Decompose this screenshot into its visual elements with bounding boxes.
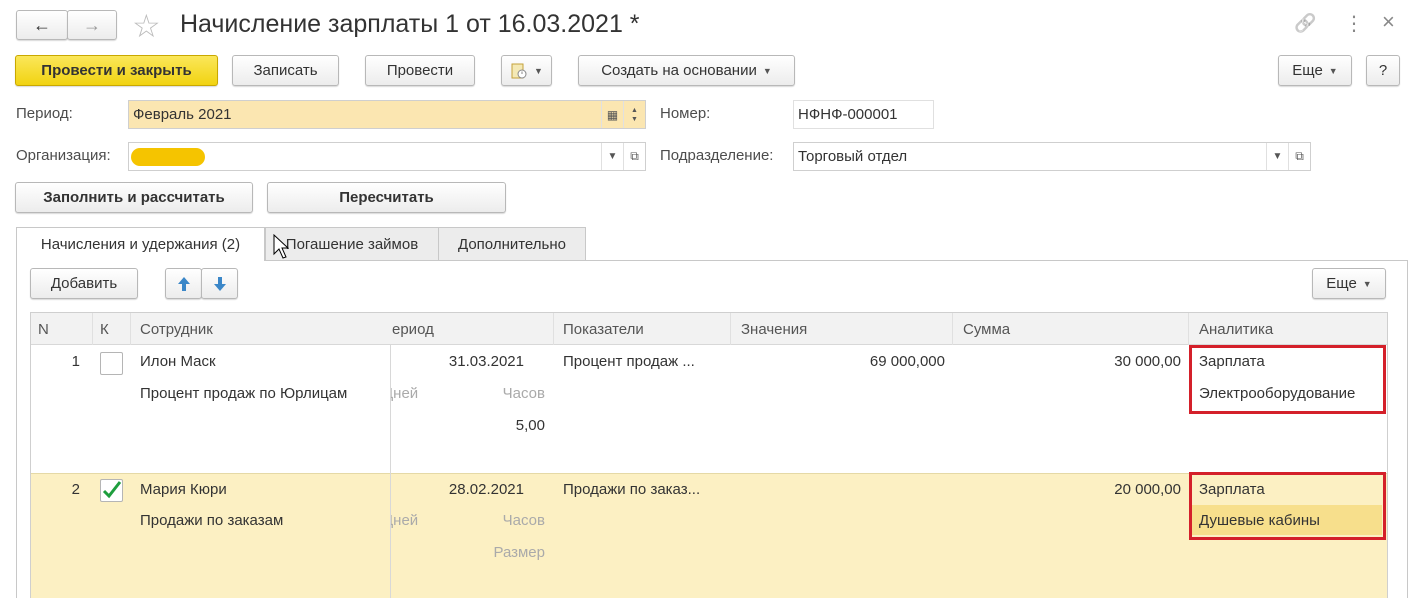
open-icon[interactable]: ⧉ [1288, 143, 1310, 170]
checkmark-icon [102, 481, 122, 499]
row-2-hours: Часов [502, 512, 545, 529]
mouse-cursor-icon [273, 234, 289, 259]
row-1-period[interactable]: 31.03.2021 [400, 353, 524, 370]
department-label: Подразделение: [660, 147, 774, 164]
row-2-extra: Размер [493, 544, 545, 561]
row-1-days-clip: Дней [391, 385, 431, 405]
row-2-accrual-type[interactable]: Продажи по заказам [140, 512, 283, 529]
arrow-down-icon [213, 276, 226, 291]
move-up-button[interactable] [165, 268, 202, 299]
step-down-icon[interactable]: ▼ [631, 115, 638, 124]
column-header-k[interactable]: К [100, 313, 109, 345]
period-field[interactable]: Февраль 2021 ▦ ▲ ▼ [128, 100, 646, 129]
row-1-sum[interactable]: 30 000,00 [1000, 353, 1181, 370]
back-button[interactable]: ← [16, 10, 68, 40]
column-divider [730, 313, 731, 345]
step-up-icon[interactable]: ▲ [631, 106, 638, 115]
column-header-values[interactable]: Значения [741, 313, 807, 345]
tab-loan-repayment[interactable]: Погашение займов [265, 227, 439, 260]
row-2-period[interactable]: 28.02.2021 [400, 481, 524, 498]
more-menu-icon[interactable]: ⋮ [1344, 11, 1364, 36]
row-2-sum[interactable]: 20 000,00 [1000, 481, 1181, 498]
column-header-indicators[interactable]: Показатели [563, 313, 644, 345]
dropdown-icon[interactable]: ▼ [601, 143, 623, 170]
document-title: Начисление зарплаты 1 от 16.03.2021 * [180, 10, 640, 38]
forward-button[interactable]: → [67, 10, 117, 40]
calendar-icon[interactable]: ▦ [601, 101, 623, 128]
column-divider [553, 313, 554, 345]
add-row-button[interactable]: Добавить [30, 268, 138, 299]
organization-field[interactable]: ▼ ⧉ [128, 142, 646, 171]
report-dropdown-button[interactable]: ▼ [501, 55, 552, 86]
column-divider [130, 313, 131, 345]
tab-accruals[interactable]: Начисления и удержания (2) [16, 227, 265, 261]
move-down-button[interactable] [201, 268, 238, 299]
save-button[interactable]: Записать [232, 55, 339, 86]
row-1-value[interactable]: 69 000,000 [760, 353, 945, 370]
column-divider [92, 313, 93, 345]
chevron-down-icon: ▼ [534, 65, 543, 76]
post-button[interactable]: Провести [365, 55, 475, 86]
organization-redacted [131, 148, 205, 166]
number-label: Номер: [660, 105, 711, 122]
recalculate-button[interactable]: Пересчитать [267, 182, 506, 213]
column-divider [390, 345, 391, 598]
number-field[interactable]: НФНФ-000001 [793, 100, 934, 129]
more-label: Еще [1292, 62, 1323, 79]
row-2-analytics-highlight [1189, 472, 1386, 540]
column-divider [952, 313, 953, 345]
row-2-indicator[interactable]: Продажи по заказ... [563, 481, 700, 498]
row-1-extra[interactable]: 5,00 [460, 417, 545, 434]
chevron-down-icon: ▼ [1362, 278, 1372, 289]
post-and-close-button[interactable]: Провести и закрыть [15, 55, 218, 86]
column-divider [1188, 313, 1189, 345]
chevron-down-icon: ▼ [762, 65, 772, 76]
organization-label: Организация: [16, 147, 111, 164]
row-1-indicator[interactable]: Процент продаж ... [563, 353, 695, 370]
create-based-on-button[interactable]: Создать на основании ▼ [578, 55, 795, 86]
row-1-analytics-highlight [1189, 345, 1386, 414]
fill-and-calculate-button[interactable]: Заполнить и рассчитать [15, 182, 253, 213]
row-1-days: Дней [391, 385, 419, 402]
period-stepper[interactable]: ▲ ▼ [623, 101, 645, 128]
number-value: НФНФ-000001 [798, 106, 898, 123]
more-button[interactable]: Еще ▼ [1278, 55, 1352, 86]
period-value: Февраль 2021 [133, 106, 232, 123]
column-header-analytics[interactable]: Аналитика [1199, 313, 1273, 345]
row-2-highlight [31, 473, 1387, 598]
row-2-days-clip: Дней [391, 512, 431, 532]
create-based-on-label: Создать на основании [601, 62, 757, 79]
favorite-star-icon[interactable]: ☆ [132, 6, 161, 46]
document-report-icon [511, 63, 527, 78]
close-icon[interactable]: × [1382, 9, 1395, 35]
column-header-n[interactable]: N [38, 313, 49, 345]
row-1-accrual-type[interactable]: Процент продаж по Юрлицам [140, 385, 347, 402]
arrow-up-icon [177, 276, 190, 291]
row-1-hours: Часов [502, 385, 545, 402]
row-2-number: 2 [71, 481, 80, 498]
dropdown-icon[interactable]: ▼ [1266, 143, 1288, 170]
row-2-days: Дней [391, 512, 419, 529]
help-button[interactable]: ? [1366, 55, 1400, 86]
department-field[interactable]: Торговый отдел ▼ ⧉ [793, 142, 1311, 171]
link-icon[interactable]: 🔗 [1294, 13, 1316, 34]
row-2-checkbox[interactable] [100, 479, 123, 502]
column-header-period[interactable]: ериод [392, 313, 434, 345]
column-header-sum[interactable]: Сумма [963, 313, 1010, 345]
department-value: Торговый отдел [798, 148, 908, 165]
chevron-down-icon: ▼ [1328, 65, 1338, 76]
period-label: Период: [16, 105, 73, 122]
row-1-checkbox[interactable] [100, 352, 123, 375]
table-more-label: Еще [1326, 275, 1357, 292]
row-1-number: 1 [71, 353, 80, 370]
row-2-employee[interactable]: Мария Кюри [140, 481, 227, 498]
column-header-employee[interactable]: Сотрудник [140, 313, 213, 345]
tab-additional[interactable]: Дополнительно [438, 227, 586, 260]
table-header [31, 313, 1387, 345]
table-more-button[interactable]: Еще ▼ [1312, 268, 1386, 299]
row-1-employee[interactable]: Илон Маск [140, 353, 216, 370]
open-icon[interactable]: ⧉ [623, 143, 645, 170]
